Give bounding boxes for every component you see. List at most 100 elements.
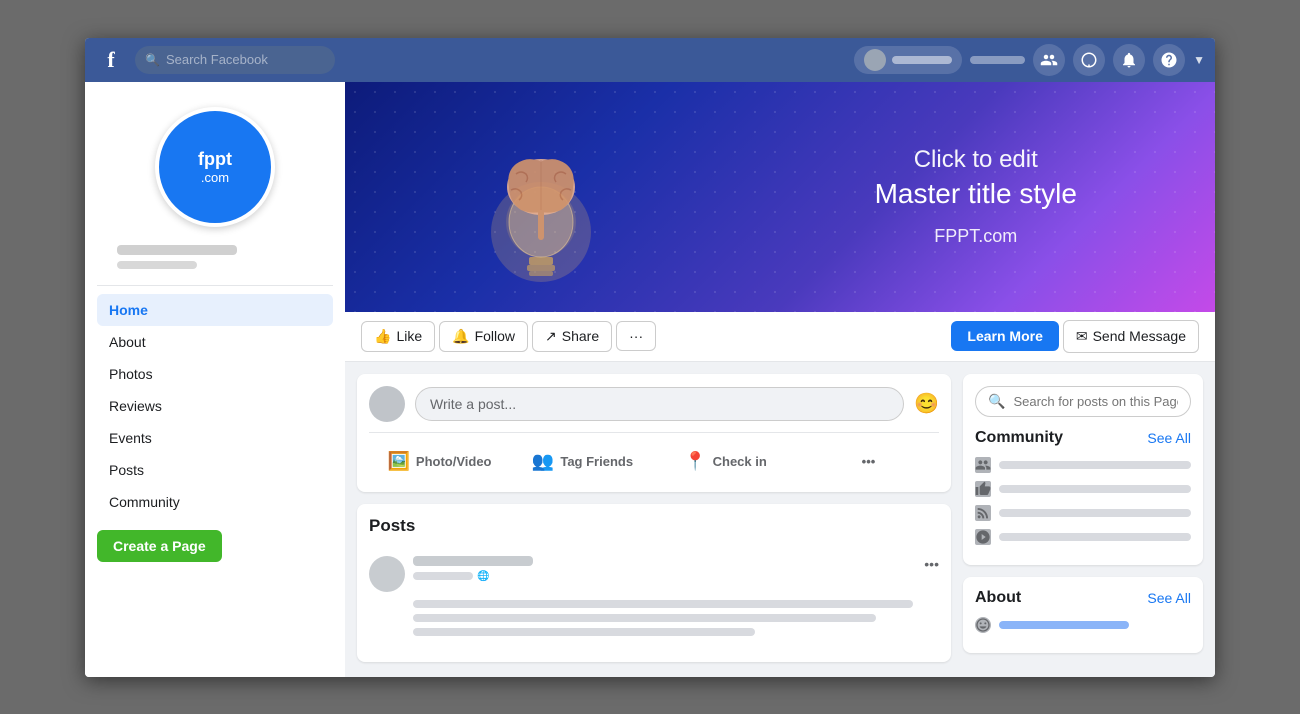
about-card: About See All [963, 577, 1203, 653]
like-label: Like [396, 328, 422, 344]
post-time-bar [413, 572, 473, 580]
globe-icon: 🌐 [477, 571, 489, 582]
brain-bulb-illustration [471, 102, 611, 292]
photo-video-button[interactable]: 🖼️ Photo/Video [369, 443, 510, 480]
more-post-options-button[interactable]: ••• [798, 443, 939, 480]
community-subscribe-bar [999, 509, 1191, 517]
posts-search-input[interactable] [1013, 394, 1178, 409]
right-sidebar: 🔍 Community See All [963, 374, 1203, 665]
write-post-input[interactable]: Write a post... [415, 387, 904, 421]
write-post-header: Write a post... 😊 [369, 386, 939, 422]
main-content: Click to edit Master title style FPPT.co… [345, 82, 1215, 677]
nav-extra-bar [970, 56, 1025, 64]
friends-icon[interactable] [1033, 44, 1065, 76]
tag-friends-button[interactable]: 👥 Tag Friends [512, 443, 653, 480]
community-row-4 [975, 529, 1191, 545]
search-icon: 🔍 [145, 53, 160, 67]
posts-search-box[interactable]: 🔍 [975, 386, 1191, 417]
fppt-logo: fppt .com [198, 149, 232, 185]
community-videos-bar [999, 533, 1191, 541]
more-options-button[interactable]: ··· [616, 321, 656, 351]
write-post-divider [369, 432, 939, 433]
community-row-2 [975, 481, 1191, 497]
action-bar: 👍 Like 🔔 Follow ↗ Share ··· Learn More ✉ [345, 312, 1215, 362]
community-row-1 [975, 457, 1191, 473]
page-name-bar-1 [117, 245, 237, 255]
nav-avatar [864, 49, 886, 71]
fppt-logo-text: fppt [198, 149, 232, 170]
like-button[interactable]: 👍 Like [361, 321, 435, 352]
post-content-lines [369, 600, 939, 636]
community-likes-icon [975, 481, 991, 497]
fppt-com-text: .com [198, 170, 232, 185]
about-see-all[interactable]: See All [1147, 590, 1191, 606]
learn-more-button[interactable]: Learn More [951, 321, 1058, 351]
follow-icon: 🔔 [452, 328, 469, 345]
community-likes-bar [999, 485, 1191, 493]
sidebar-item-community[interactable]: Community [97, 486, 333, 518]
photo-video-label: Photo/Video [416, 454, 492, 469]
post-item: 🌐 ••• [369, 548, 939, 650]
content-area: Write a post... 😊 🖼️ Photo/Video 👥 [345, 362, 1215, 677]
share-label: Share [562, 328, 599, 344]
share-button[interactable]: ↗ Share [532, 321, 612, 352]
sidebar-item-about[interactable]: About [97, 326, 333, 358]
send-message-button[interactable]: ✉ Send Message [1063, 320, 1199, 353]
sidebar-item-posts[interactable]: Posts [97, 454, 333, 486]
page-name-area [97, 237, 333, 277]
sidebar-item-reviews[interactable]: Reviews [97, 390, 333, 422]
emoji-button[interactable]: 😊 [914, 391, 939, 416]
about-section-header: About See All [975, 589, 1191, 607]
community-followers-bar [999, 461, 1191, 469]
about-info-bar [999, 621, 1129, 629]
profile-picture: fppt .com [155, 107, 275, 227]
post-author-bar [413, 556, 533, 566]
community-title: Community [975, 429, 1063, 447]
cover-content: Click to edit Master title style FPPT.co… [345, 82, 1215, 312]
check-in-label: Check in [713, 454, 767, 469]
post-meta: 🌐 [413, 556, 916, 582]
cover-title-line2: Master title style [767, 178, 1186, 210]
sidebar-search-icon: 🔍 [988, 393, 1005, 410]
message-icon: ✉ [1076, 328, 1088, 345]
cover-brain-area [345, 82, 737, 312]
community-row-3 [975, 505, 1191, 521]
about-title: About [975, 589, 1021, 607]
follow-label: Follow [475, 328, 515, 344]
follow-button[interactable]: 🔔 Follow [439, 321, 528, 352]
left-sidebar: fppt .com Home About Photos Reviews Even… [85, 82, 345, 677]
user-pill[interactable] [854, 46, 962, 74]
search-bar[interactable]: 🔍 [135, 46, 335, 74]
messenger-icon[interactable] [1073, 44, 1105, 76]
tag-icon: 👥 [532, 451, 554, 472]
write-post-box: Write a post... 😊 🖼️ Photo/Video 👥 [357, 374, 951, 492]
about-row-1 [975, 617, 1191, 633]
search-input[interactable] [166, 52, 325, 67]
about-smiley-icon [975, 617, 991, 633]
sidebar-divider [97, 285, 333, 286]
post-time-row: 🌐 [413, 571, 916, 582]
facebook-logo[interactable]: f [95, 44, 127, 76]
community-section-header: Community See All [975, 429, 1191, 447]
cover-text-area: Click to edit Master title style FPPT.co… [737, 126, 1216, 267]
post-options[interactable]: ••• [924, 556, 939, 572]
nav-chevron-icon[interactable]: ▼ [1193, 53, 1205, 67]
sidebar-item-photos[interactable]: Photos [97, 358, 333, 390]
page-name-bar-2 [117, 261, 197, 269]
sidebar-item-home[interactable]: Home [97, 294, 333, 326]
community-people-icon [975, 457, 991, 473]
notifications-icon[interactable] [1113, 44, 1145, 76]
check-in-button[interactable]: 📍 Check in [655, 443, 796, 480]
create-page-button[interactable]: Create a Page [97, 530, 222, 562]
community-see-all[interactable]: See All [1147, 430, 1191, 446]
share-icon: ↗ [545, 328, 557, 345]
posts-title: Posts [369, 516, 939, 536]
sidebar-item-events[interactable]: Events [97, 422, 333, 454]
post-avatar-small [369, 556, 405, 592]
cover-subtitle: FPPT.com [767, 226, 1186, 247]
help-icon[interactable] [1153, 44, 1185, 76]
browser-window: f 🔍 ▼ [85, 38, 1215, 677]
thumbs-up-icon: 👍 [374, 328, 391, 345]
post-header: 🌐 ••• [369, 556, 939, 592]
facebook-navbar: f 🔍 ▼ [85, 38, 1215, 82]
